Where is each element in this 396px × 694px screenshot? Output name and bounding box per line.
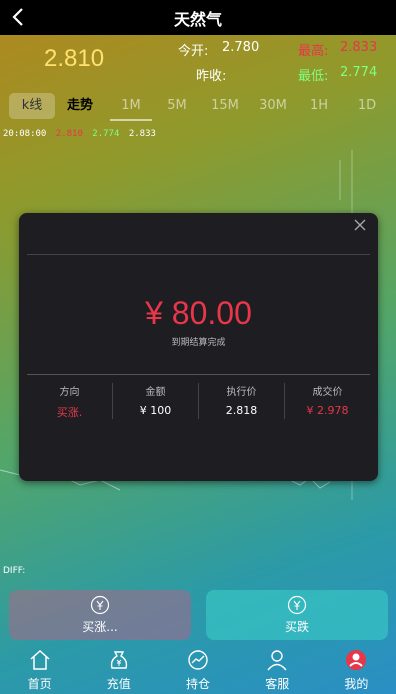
back-arrow-icon[interactable] <box>6 4 32 30</box>
order-details: 方向 买涨. 金额 ¥ 100 执行价 2.818 成交价 ¥ 2.978 <box>27 383 370 419</box>
modal-divider <box>27 254 370 255</box>
open-value: 2.780 <box>222 40 260 55</box>
tab-15m[interactable]: 15M <box>202 93 248 119</box>
nav-label: 我的 <box>344 677 369 691</box>
quote-panel: 2.810 今开: 2.780 最高: 2.833 昨收: 最低: 2.774 <box>0 35 396 87</box>
buy-rise-button[interactable]: 买涨... <box>9 590 191 640</box>
bottom-nav: 首页 充值 持仓 客服 我的 <box>0 645 396 694</box>
profile-icon <box>346 650 367 670</box>
prev-close-label: 昨收: <box>196 69 227 84</box>
chart-time: 20:08:00 <box>3 129 47 139</box>
chart-value-3: 2.833 <box>128 129 156 139</box>
user-icon <box>267 650 287 671</box>
detail-value: 2.818 <box>225 404 258 417</box>
top-bar: 天然气 <box>0 0 396 35</box>
buy-fall-label: 买跌 <box>284 620 309 634</box>
current-price: 2.810 <box>44 45 105 72</box>
modal-divider-2 <box>27 374 370 375</box>
detail-header: 执行价 <box>226 387 257 398</box>
page-title: 天然气 <box>173 9 222 29</box>
home-icon <box>30 649 50 670</box>
nav-recharge[interactable]: 充值 <box>79 645 158 694</box>
detail-header: 金额 <box>145 387 166 398</box>
chart-icon <box>188 650 208 670</box>
nav-home[interactable]: 首页 <box>0 645 79 694</box>
nav-mine[interactable]: 我的 <box>317 645 396 694</box>
tab-30m[interactable]: 30M <box>250 93 296 119</box>
money-bag-icon <box>110 651 127 669</box>
low-value: 2.774 <box>340 65 378 80</box>
yen-down-icon <box>287 595 307 615</box>
detail-strike-price: 执行价 2.818 <box>199 383 285 419</box>
settlement-status: 到期结算完成 <box>171 338 226 348</box>
nav-label: 持仓 <box>186 677 211 691</box>
tab-kline[interactable]: k线 <box>9 93 55 119</box>
buy-fall-button[interactable]: 买跌 <box>206 590 388 640</box>
tab-1m[interactable]: 1M <box>110 93 152 119</box>
detail-header: 方向 <box>59 387 80 398</box>
nav-service[interactable]: 客服 <box>238 645 317 694</box>
detail-direction: 方向 买涨. <box>27 383 113 419</box>
detail-value: ¥ 100 <box>139 404 172 417</box>
detail-value: ¥ 2.978 <box>306 404 349 417</box>
profit-amount: ¥ 80.00 <box>145 295 252 331</box>
tab-5m[interactable]: 5M <box>156 93 198 119</box>
open-label: 今开: <box>178 44 209 59</box>
tab-1d[interactable]: 1D <box>346 93 388 119</box>
high-value: 2.833 <box>340 40 378 55</box>
result-modal: ¥ 80.00 到期结算完成 方向 买涨. 金额 ¥ 100 执行价 2.818… <box>19 213 378 481</box>
buy-rise-label: 买涨... <box>82 620 118 634</box>
nav-label: 充值 <box>106 677 131 691</box>
tab-trend[interactable]: 走势 <box>58 93 102 119</box>
timeframe-tabs: k线 走势 1M 5M 15M 30M 1H 1D <box>0 90 396 122</box>
chart-info: 20:08:00 2.810 2.774 2.833 <box>3 129 160 139</box>
yen-up-icon <box>90 595 110 615</box>
close-icon[interactable] <box>352 217 368 233</box>
chart-value-1: 2.810 <box>55 129 83 139</box>
detail-value: 买涨. <box>56 406 83 419</box>
detail-amount: 金额 ¥ 100 <box>113 383 199 419</box>
high-label: 最高: <box>298 44 329 59</box>
nav-positions[interactable]: 持仓 <box>158 645 237 694</box>
detail-header: 成交价 <box>312 387 343 398</box>
active-tab-indicator <box>110 119 152 121</box>
detail-deal-price: 成交价 ¥ 2.978 <box>285 383 370 419</box>
nav-label: 客服 <box>265 677 290 691</box>
chart-value-2: 2.774 <box>92 129 120 139</box>
nav-label: 首页 <box>27 677 52 691</box>
low-label: 最低: <box>298 69 329 84</box>
tab-1h[interactable]: 1H <box>298 93 340 119</box>
diff-label: DIFF: <box>3 566 26 576</box>
